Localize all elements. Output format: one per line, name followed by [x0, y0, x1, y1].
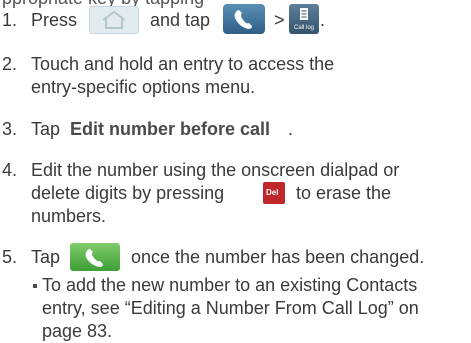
- bullet-text: page 83.: [42, 321, 113, 341]
- step-text: >: [274, 10, 285, 30]
- call-log-label: Call log: [293, 25, 314, 31]
- step-text: entry-specific options menu.: [31, 77, 256, 97]
- step-text: Tap: [31, 247, 61, 267]
- step-text: Press: [31, 10, 78, 30]
- step-text: .: [288, 119, 294, 139]
- bullet-text: entry, see “Editing a Number From Call L…: [42, 298, 419, 318]
- step-number: 5.: [2, 247, 18, 267]
- step-text: and tap: [150, 10, 211, 30]
- green-call-icon: [70, 243, 120, 271]
- bullet-text: To add the new number to an existing Con…: [42, 275, 418, 295]
- step-number: 3.: [2, 119, 18, 139]
- del-icon: Del: [263, 182, 285, 204]
- step-text: numbers.: [31, 206, 107, 226]
- step-text: once the number has been changed.: [131, 247, 425, 267]
- step-text: to erase the: [296, 183, 392, 203]
- step-text: Edit the number using the onscreen dialp…: [31, 160, 400, 180]
- step-text: Touch and hold an entry to access the: [31, 54, 335, 74]
- del-label: Del: [266, 188, 279, 197]
- menu-option: Edit number before call: [70, 119, 271, 139]
- call-log-icon: Call log: [289, 4, 319, 34]
- step-text: Tap: [31, 119, 61, 139]
- bullet-icon: [33, 284, 37, 288]
- step-text: .: [320, 10, 326, 30]
- step-number: 1.: [2, 10, 18, 30]
- phone-icon: [223, 4, 265, 34]
- step-number: 4.: [2, 160, 18, 180]
- step-number: 2.: [2, 54, 18, 74]
- home-icon: [89, 6, 139, 34]
- step-text: delete digits by pressing: [31, 183, 225, 203]
